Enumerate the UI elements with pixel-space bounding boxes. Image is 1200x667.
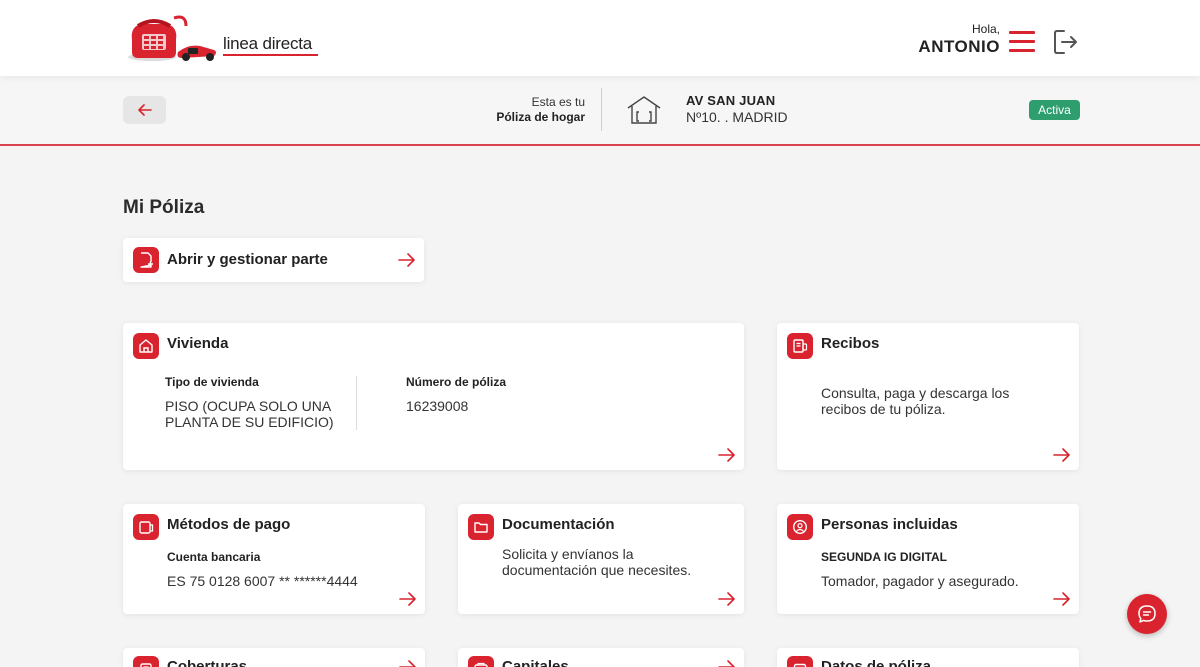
recibos-title: Recibos — [821, 335, 880, 352]
status-badge: Activa — [1029, 100, 1080, 120]
arrow-right-icon — [398, 253, 415, 267]
property-address: AV SAN JUAN Nº10. . MADRID — [686, 93, 788, 125]
vivienda-type-label: Tipo de vivienda — [165, 375, 259, 389]
bank-account-label: Cuenta bancaria — [167, 550, 261, 564]
back-button[interactable] — [123, 96, 166, 124]
policy-data-card[interactable]: Datos de póliza — [777, 648, 1079, 667]
receipt-icon — [787, 333, 813, 359]
coverages-card[interactable]: Coberturas — [123, 648, 425, 667]
wallet-icon — [133, 514, 159, 540]
arrow-right-icon — [399, 592, 416, 606]
payment-methods-title: Métodos de pago — [167, 516, 291, 533]
claim-card-title: Abrir y gestionar parte — [167, 251, 328, 268]
people-included-card[interactable]: Personas incluidas SEGUNDA IG DIGITAL To… — [777, 504, 1079, 614]
recibos-description: Consulta, paga y descarga los recibos de… — [821, 385, 1010, 417]
documentation-description: Solicita y envíanos la documentación que… — [502, 546, 692, 578]
people-included-title: Personas incluidas — [821, 516, 958, 533]
documentation-card[interactable]: Documentación Solicita y envíanos la doc… — [458, 504, 744, 614]
greeting-text: Hola, — [971, 22, 1000, 36]
top-header: linea directa Hola, ANTONIO — [0, 0, 1200, 76]
vivienda-title: Vivienda — [167, 335, 229, 352]
vivienda-divider — [356, 376, 357, 430]
policy-intro-text: Esta es tu — [531, 95, 585, 109]
user-greeting: Hola, ANTONIO — [918, 22, 1000, 57]
brand-name: linea directa — [223, 34, 313, 53]
red-phone-logo-icon — [128, 15, 216, 61]
capital-icon — [468, 656, 494, 667]
people-roles: Tomador, pagador y asegurado. — [821, 573, 1019, 589]
arrow-right-icon — [1053, 592, 1070, 606]
policy-number-value: 16239008 — [406, 398, 469, 414]
arrow-right-icon — [718, 660, 735, 667]
arrow-right-icon — [399, 660, 416, 667]
chat-button[interactable] — [1127, 594, 1167, 634]
recibos-card[interactable]: Recibos Consulta, paga y descarga los re… — [777, 323, 1079, 470]
folder-icon — [468, 514, 494, 540]
policy-data-title: Datos de póliza — [821, 658, 932, 667]
policy-number-label: Número de póliza — [406, 375, 507, 389]
arrow-right-icon — [718, 592, 735, 606]
bank-account-value: ES 75 0128 6007 ** ******4444 — [167, 573, 358, 589]
address-street: AV SAN JUAN — [686, 93, 776, 108]
home-icon — [133, 333, 159, 359]
policy-type-label: Esta es tu Póliza de hogar — [496, 95, 585, 124]
arrow-right-icon — [1053, 448, 1070, 462]
vivienda-type-value: PISO (OCUPA SOLO UNA PLANTA DE SU EDIFIC… — [165, 398, 334, 430]
capitals-card[interactable]: Capitales — [458, 648, 744, 667]
arrow-left-icon — [137, 104, 152, 116]
logout-icon[interactable] — [1052, 28, 1080, 56]
chat-bubble-icon — [1138, 605, 1156, 623]
hamburger-icon[interactable] — [1009, 30, 1035, 54]
payment-methods-card[interactable]: Métodos de pago Cuenta bancaria ES 75 01… — [123, 504, 425, 614]
capitals-title: Capitales — [502, 658, 569, 667]
calendar-icon — [787, 656, 813, 667]
people-name-label: SEGUNDA IG DIGITAL — [821, 550, 947, 564]
vivienda-card[interactable]: Vivienda Tipo de vivienda PISO (OCUPA SO… — [123, 323, 744, 470]
documentation-title: Documentación — [502, 516, 615, 533]
header-divider — [601, 88, 602, 131]
coverages-title: Coberturas — [167, 658, 248, 667]
policy-type-text: Póliza de hogar — [496, 110, 585, 124]
page-title: Mi Póliza — [123, 197, 205, 218]
claim-card[interactable]: Abrir y gestionar parte — [123, 238, 424, 282]
user-circle-icon — [787, 514, 813, 540]
arrow-right-icon — [718, 448, 735, 462]
brand-underline — [223, 54, 318, 56]
address-city: Nº10. . MADRID — [686, 109, 788, 125]
brand-logo[interactable]: linea directa — [126, 12, 326, 64]
policy-header: Esta es tu Póliza de hogar AV SAN JUAN N… — [0, 76, 1200, 146]
house-icon — [627, 96, 661, 124]
claim-document-icon — [133, 247, 159, 273]
user-name: ANTONIO — [918, 37, 1000, 56]
shield-list-icon — [133, 656, 159, 667]
